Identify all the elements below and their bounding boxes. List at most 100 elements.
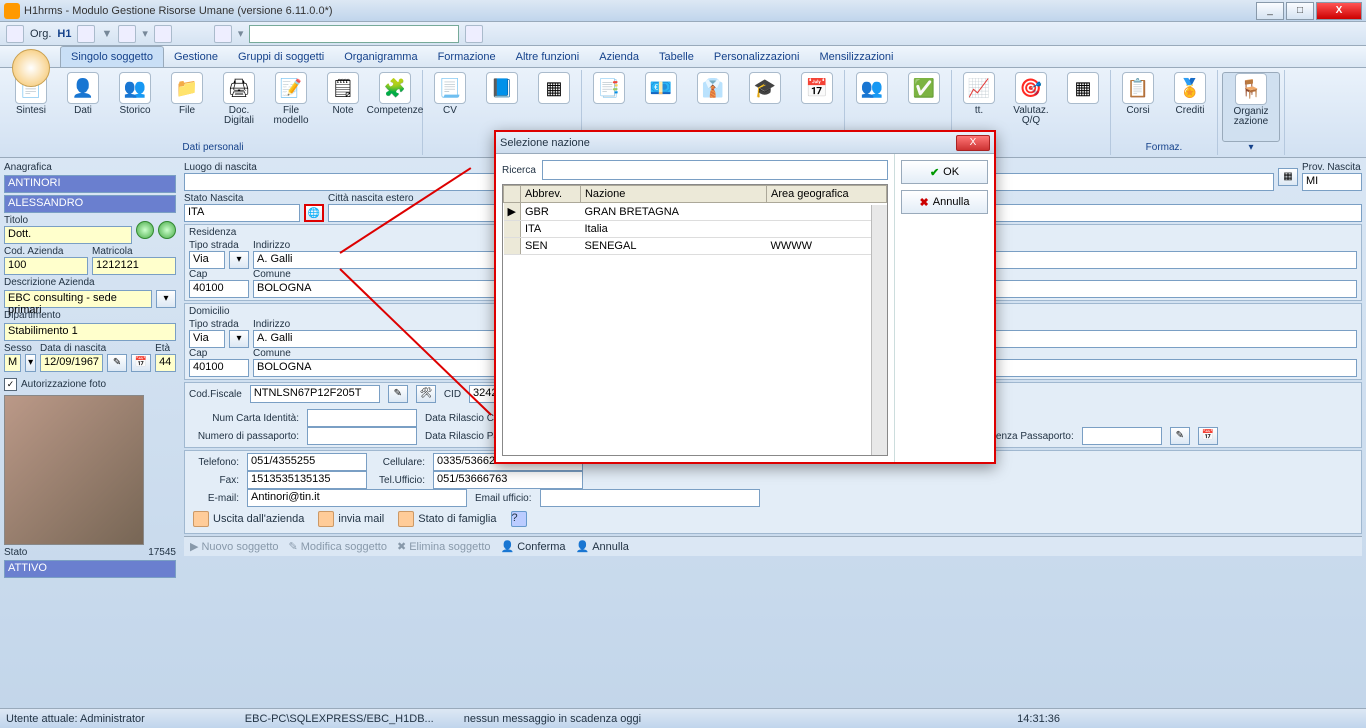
matricola-field[interactable]: 1212121 <box>92 257 176 275</box>
descrazienda-dd[interactable]: ▾ <box>156 290 176 308</box>
search-input[interactable] <box>249 25 459 43</box>
provnascita-field[interactable]: MI <box>1302 173 1362 191</box>
telu-field[interactable]: 051/53666763 <box>433 471 583 489</box>
titolo-field[interactable]: Dott. <box>4 226 132 244</box>
status-db: EBC-PC\SQLEXPRESS/EBC_H1DB... <box>245 713 434 725</box>
sesso-field[interactable]: M <box>4 354 21 372</box>
grid-row[interactable]: ITAItalia <box>504 221 887 238</box>
cf-edit-icon[interactable]: ✎ <box>388 385 408 403</box>
dnascita-field[interactable]: 12/09/1967 <box>40 354 103 372</box>
ribbon-cv[interactable]: 📃CV <box>427 72 473 153</box>
dom-tipo[interactable]: Via <box>189 330 225 348</box>
inviamail-button[interactable]: invia mail <box>318 511 384 527</box>
dom-cap[interactable]: 40100 <box>189 359 249 377</box>
ribbon-competenze[interactable]: 🧩Competenze <box>372 72 418 142</box>
h1-label: H1 <box>57 28 71 40</box>
conferma-button[interactable]: 👤 Conferma <box>501 540 566 553</box>
tab-gestione[interactable]: Gestione <box>164 47 228 67</box>
tab-organigramma[interactable]: Organigramma <box>334 47 427 67</box>
photo <box>4 395 144 545</box>
app-icon <box>4 3 20 19</box>
tab-formazione[interactable]: Formazione <box>428 47 506 67</box>
icon2[interactable] <box>118 25 136 43</box>
tel-field[interactable]: 051/4355255 <box>247 453 367 471</box>
ribbon-valutaz[interactable]: 🎯Valutaz. Q/Q <box>1008 72 1054 153</box>
tree-icon[interactable] <box>6 25 24 43</box>
minimize-button[interactable]: _ <box>1256 2 1284 20</box>
dsp-field[interactable] <box>1082 427 1162 445</box>
app-button[interactable] <box>6 46 56 90</box>
nuovo-button[interactable]: ▶ Nuovo soggetto <box>190 540 279 553</box>
org-label: Org. <box>30 28 51 40</box>
record-toolbar: ▶ Nuovo soggetto ✎ Modifica soggetto ✖ E… <box>184 536 1362 556</box>
annulla-dialog-button[interactable]: ✖Annulla <box>901 190 988 214</box>
ribbon-corsi[interactable]: 📋Corsi <box>1115 72 1161 142</box>
ricerca-input[interactable] <box>542 160 888 180</box>
nome-field[interactable]: ALESSANDRO <box>4 195 176 213</box>
modifica-button[interactable]: ✎ Modifica soggetto <box>289 540 387 553</box>
cognome-field[interactable]: ANTINORI <box>4 175 176 193</box>
ribbon-file[interactable]: 📁File <box>164 72 210 142</box>
next-button[interactable] <box>158 221 176 239</box>
elimina-button[interactable]: ✖ Elimina soggetto <box>397 540 491 553</box>
uscita-button[interactable]: Uscita dall'azienda <box>193 511 304 527</box>
statonascita-field[interactable]: ITA <box>184 204 300 222</box>
res-cap[interactable]: 40100 <box>189 280 249 298</box>
prev-button[interactable] <box>136 221 154 239</box>
codfiscale-field[interactable]: NTNLSN67P12F205T <box>250 385 380 403</box>
refresh-icon[interactable] <box>154 25 172 43</box>
tab-altre[interactable]: Altre funzioni <box>506 47 590 67</box>
lookup-luogo-icon[interactable]: ▦ <box>1278 168 1298 186</box>
dialog-title: Selezione nazione <box>500 137 956 149</box>
calendar-icon[interactable]: 📅 <box>131 354 151 372</box>
authfoto-check[interactable]: ✓ <box>4 378 17 391</box>
fax-field[interactable]: 1513535135135 <box>247 471 367 489</box>
grid-scrollbar[interactable] <box>871 205 887 455</box>
menu-tabs: Singolo soggetto Gestione Gruppi di sogg… <box>0 46 1366 68</box>
maximize-button[interactable]: □ <box>1286 2 1314 20</box>
ribbon-filemodello[interactable]: 📝File modello <box>268 72 314 142</box>
tab-azienda[interactable]: Azienda <box>589 47 649 67</box>
ribbon-storico[interactable]: 👥Storico <box>112 72 158 142</box>
ribbon-r11[interactable]: ▦ <box>1060 72 1106 153</box>
search-go-icon[interactable] <box>465 25 483 43</box>
tab-gruppi[interactable]: Gruppi di soggetti <box>228 47 334 67</box>
status-msg: nessun messaggio in scadenza oggi <box>464 713 641 725</box>
nci-field[interactable] <box>307 409 417 427</box>
ribbon-note[interactable]: 🗒Note <box>320 72 366 142</box>
grid-row[interactable]: ▶GBRGRAN BRETAGNA <box>504 203 887 221</box>
dipartimento-field[interactable]: Stabilimento 1 <box>4 323 176 341</box>
stato-field: ATTIVO <box>4 560 176 578</box>
cf-tool-icon[interactable]: 🛠 <box>416 385 436 403</box>
tab-tabelle[interactable]: Tabelle <box>649 47 704 67</box>
date-clear-icon[interactable]: ✎ <box>107 354 127 372</box>
emailu-field[interactable] <box>540 489 760 507</box>
np-field[interactable] <box>307 427 417 445</box>
globe-icon[interactable]: 🌐 <box>304 204 324 222</box>
status-bar: Utente attuale: Administrator EBC-PC\SQL… <box>0 708 1366 728</box>
statofamiglia-button[interactable]: Stato di famiglia <box>398 511 496 527</box>
tab-singolo[interactable]: Singolo soggetto <box>60 46 164 67</box>
nazioni-grid[interactable]: Abbrev. Nazione Area geografica ▶GBRGRAN… <box>502 184 888 456</box>
ribbon-docdigitali[interactable]: 🖨Doc. Digitali <box>216 72 262 142</box>
help-icon[interactable]: ? <box>511 511 527 527</box>
ok-button[interactable]: ✔OK <box>901 160 988 184</box>
res-tipo[interactable]: Via <box>189 251 225 269</box>
descrazienda-field[interactable]: EBC consulting - sede primari <box>4 290 152 308</box>
selezione-nazione-dialog: Selezione nazione X Ricerca Abbrev. Nazi… <box>494 130 996 464</box>
user-icon[interactable] <box>214 25 232 43</box>
ribbon-crediti[interactable]: 🏅Crediti <box>1167 72 1213 142</box>
ribbon-organizzazione[interactable]: 🪑Organiz zazione <box>1222 72 1280 142</box>
left-panel: Anagrafica ANTINORI ALESSANDRO Titolo Do… <box>0 158 180 708</box>
dialog-close-button[interactable]: X <box>956 135 990 151</box>
icon1[interactable] <box>77 25 95 43</box>
eta-field: 44 <box>155 354 176 372</box>
close-button[interactable]: X <box>1316 2 1362 20</box>
annulla-button[interactable]: 👤 Annulla <box>576 540 629 553</box>
tab-mensilizzazioni[interactable]: Mensilizzazioni <box>809 47 903 67</box>
tab-personalizzazioni[interactable]: Personalizzazioni <box>704 47 810 67</box>
ribbon-dati[interactable]: 👤Dati <box>60 72 106 142</box>
grid-row[interactable]: SENSENEGALWWWW <box>504 238 887 255</box>
email-field[interactable]: Antinori@tin.it <box>247 489 467 507</box>
codazienda-field[interactable]: 100 <box>4 257 88 275</box>
